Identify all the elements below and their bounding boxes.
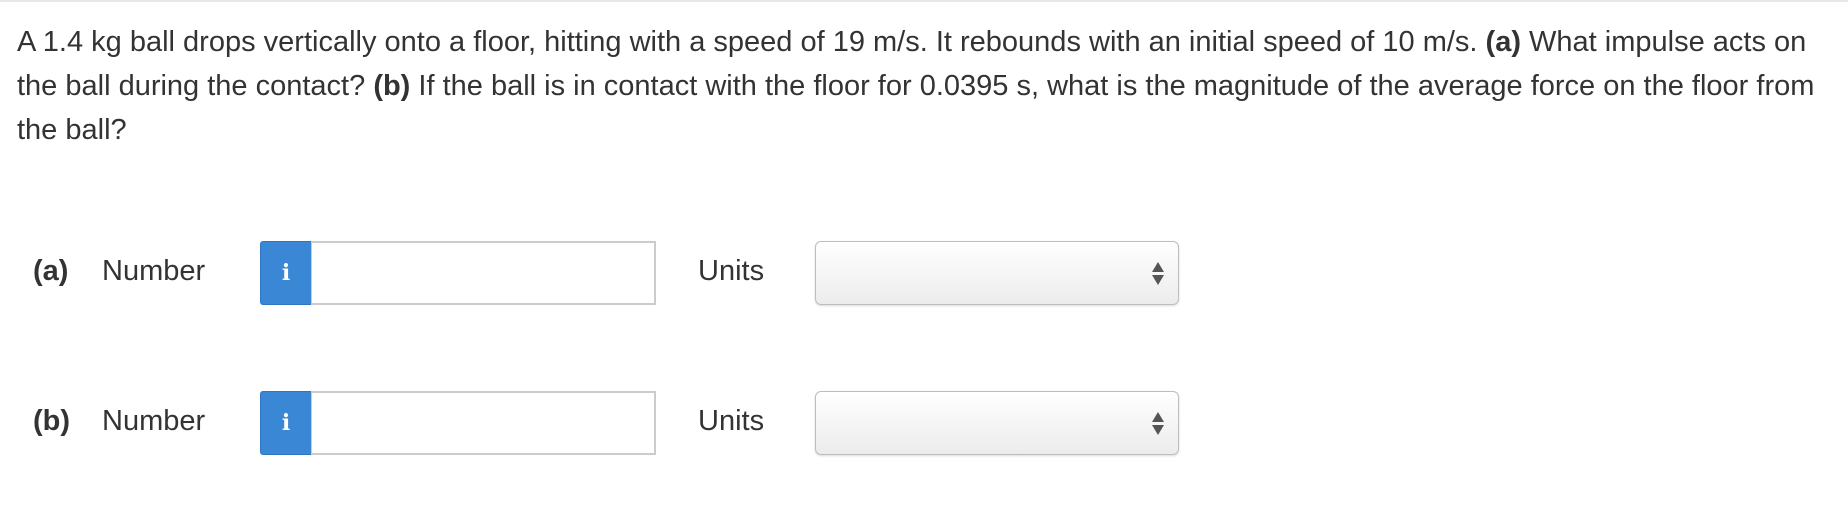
units-select-b[interactable] <box>815 391 1179 455</box>
units-label-a: Units <box>698 255 765 287</box>
units-label-b: Units <box>698 405 765 437</box>
number-label-a: Number <box>102 255 206 287</box>
units-select-a[interactable] <box>815 241 1179 305</box>
info-icon[interactable]: i <box>260 241 312 305</box>
info-icon[interactable]: i <box>260 391 312 455</box>
number-input-a[interactable] <box>311 241 656 305</box>
number-label-b: Number <box>102 405 206 437</box>
question-text: A 1.4 kg ball drops vertically onto a fl… <box>17 20 1842 152</box>
part-b-label: (b) <box>33 405 71 437</box>
answer-row-a: (a) Number i Units <box>0 241 1848 305</box>
number-input-b[interactable] <box>311 391 656 455</box>
question-text-intro: A 1.4 kg ball drops vertically onto a fl… <box>17 26 1486 58</box>
part-a-marker: (a) <box>1485 26 1521 58</box>
top-divider <box>0 0 1848 2</box>
select-updown-icon <box>1151 262 1165 288</box>
select-updown-icon <box>1151 412 1165 438</box>
answer-row-b: (b) Number i Units <box>0 391 1848 455</box>
part-a-label: (a) <box>33 255 69 287</box>
part-b-marker: (b) <box>373 70 411 102</box>
